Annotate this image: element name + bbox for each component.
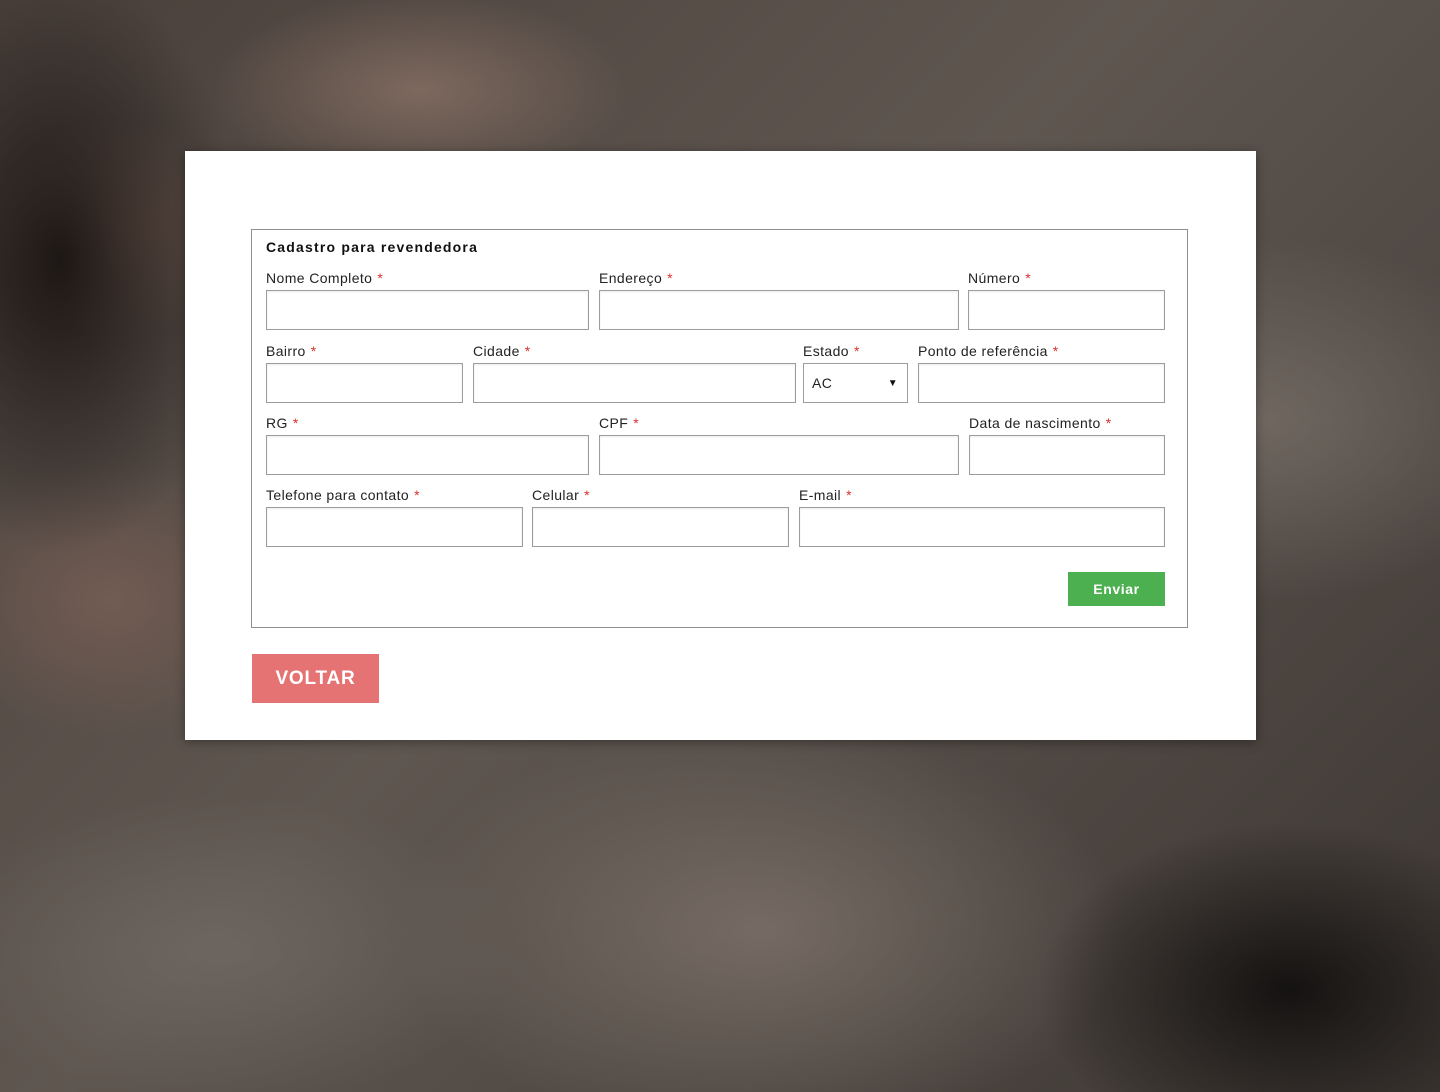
label-email-text: E-mail	[799, 487, 842, 503]
label-bairro-text: Bairro	[266, 343, 306, 359]
required-mark: *	[377, 270, 384, 286]
cidade-input[interactable]	[473, 363, 796, 403]
label-referencia: Ponto de referência *	[918, 343, 1059, 359]
back-button[interactable]: VOLTAR	[252, 654, 379, 703]
required-mark: *	[667, 270, 673, 286]
label-numero: Número *	[968, 270, 1031, 286]
telefone-input[interactable]	[266, 507, 523, 547]
rg-input[interactable]	[266, 435, 589, 475]
required-mark: *	[1025, 270, 1032, 286]
bairro-input[interactable]	[266, 363, 463, 403]
required-mark: *	[292, 415, 299, 431]
required-mark: *	[1052, 343, 1059, 359]
numero-input[interactable]	[968, 290, 1165, 330]
label-estado: Estado *	[803, 343, 860, 359]
label-estado-text: Estado	[803, 343, 849, 359]
label-nome-text: Nome Completo	[266, 270, 373, 286]
label-email: E-mail *	[799, 487, 852, 503]
label-nascimento-text: Data de nascimento	[969, 415, 1101, 431]
estado-select[interactable]: AC ▼	[803, 363, 908, 403]
required-mark: *	[846, 487, 852, 503]
required-mark: *	[854, 343, 860, 359]
label-cidade: Cidade *	[473, 343, 531, 359]
label-telefone-text: Telefone para contato	[266, 487, 410, 503]
label-celular-text: Celular	[532, 487, 580, 503]
label-cpf-text: CPF	[599, 415, 629, 431]
label-nome: Nome Completo *	[266, 270, 383, 286]
required-mark: *	[310, 343, 317, 359]
required-mark: *	[633, 415, 640, 431]
referencia-input[interactable]	[918, 363, 1165, 403]
estado-selected-value: AC	[812, 375, 833, 391]
label-telefone: Telefone para contato *	[266, 487, 420, 503]
required-mark: *	[1105, 415, 1112, 431]
nome-input[interactable]	[266, 290, 589, 330]
required-mark: *	[584, 487, 591, 503]
required-mark: *	[414, 487, 420, 503]
label-cpf: CPF *	[599, 415, 639, 431]
label-celular: Celular *	[532, 487, 590, 503]
label-endereco: Endereço *	[599, 270, 673, 286]
form-legend: Cadastro para revendedora	[266, 239, 479, 255]
label-bairro: Bairro *	[266, 343, 317, 359]
email-input[interactable]	[799, 507, 1165, 547]
nascimento-input[interactable]	[969, 435, 1165, 475]
endereco-input[interactable]	[599, 290, 959, 330]
registration-fieldset: Cadastro para revendedora Nome Completo *…	[251, 229, 1188, 628]
submit-button[interactable]: Enviar	[1068, 572, 1165, 606]
label-cidade-text: Cidade	[473, 343, 520, 359]
required-mark: *	[524, 343, 531, 359]
registration-card: Cadastro para revendedora Nome Completo *…	[185, 151, 1256, 740]
label-referencia-text: Ponto de referência	[918, 343, 1048, 359]
celular-input[interactable]	[532, 507, 789, 547]
label-nascimento: Data de nascimento *	[969, 415, 1112, 431]
cpf-input[interactable]	[599, 435, 959, 475]
label-numero-text: Número	[968, 270, 1021, 286]
caret-down-icon: ▼	[887, 378, 898, 389]
label-rg: RG *	[266, 415, 299, 431]
label-endereco-text: Endereço	[599, 270, 663, 286]
label-rg-text: RG	[266, 415, 288, 431]
